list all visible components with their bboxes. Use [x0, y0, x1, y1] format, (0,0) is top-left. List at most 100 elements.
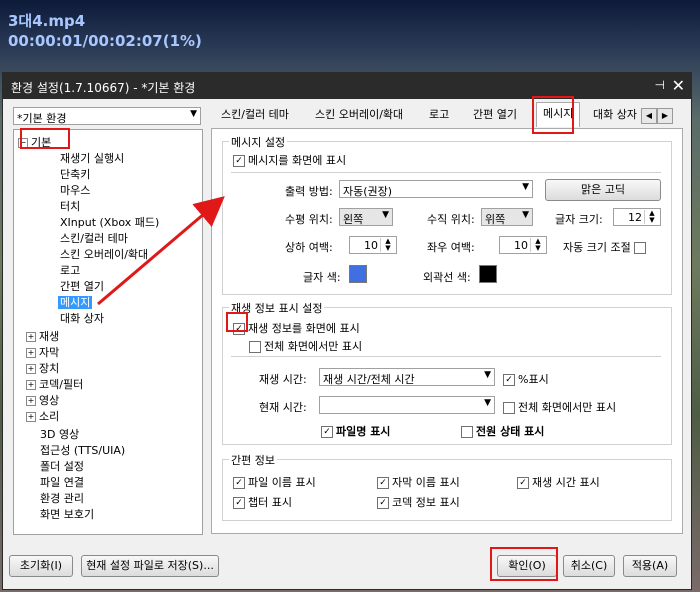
tree-item[interactable]: 터치 — [60, 198, 80, 214]
ok-button[interactable]: 확인(O) — [497, 555, 557, 577]
stepper-value: 10 — [364, 239, 378, 252]
tree-item-label: 장치 — [39, 362, 60, 375]
tree-item[interactable]: 환경 관리 — [40, 490, 84, 506]
codec-info-checkbox[interactable]: ✓ 코덱 정보 표시 — [377, 494, 460, 510]
collapse-icon[interactable]: − — [18, 138, 28, 148]
v-pos-select[interactable]: 위쪽 ▼ — [481, 208, 533, 226]
checkbox-label: 자동 크기 조절 — [563, 241, 631, 254]
divider — [231, 172, 661, 173]
output-method-label: 출력 방법: — [285, 185, 333, 198]
tree-item-label: 스킨 오버레이/확대 — [60, 248, 149, 261]
simple-info-group: 간편 정보 ✓ 파일 이름 표시 ✓ 자막 이름 표시 ✓ 재생 시간 표시 ✓ 챕터 … — [222, 452, 672, 521]
tree-item[interactable]: 단축키 — [60, 166, 90, 182]
message-panel: 메시지 설정 ✓ 메시지를 화면에 표시 출력 방법: 자동(권장) ▼ 맑은 고딕… — [211, 128, 683, 534]
tab-quick-open[interactable]: 간편 열기 — [467, 104, 523, 126]
close-icon[interactable]: ✕ — [672, 76, 685, 95]
chevron-down-icon: ▼ — [382, 210, 389, 220]
cancel-button[interactable]: 취소(C) — [563, 555, 615, 577]
pin-icon[interactable]: ⊣ — [655, 78, 665, 92]
auto-size-checkbox[interactable]: 자동 크기 조절 — [563, 239, 649, 255]
tree-item[interactable]: XInput (Xbox 패드) — [60, 214, 159, 230]
expand-icon[interactable]: + — [26, 348, 36, 358]
tree-group[interactable]: + 소리 — [26, 408, 59, 424]
stepper-arrows-icon[interactable]: ▲ ▼ — [644, 210, 659, 224]
expand-icon[interactable]: + — [26, 332, 36, 342]
tab-scroll-left-icon[interactable]: ◀ — [641, 108, 657, 124]
tab-skin-theme[interactable]: 스킨/컬러 테마 — [215, 104, 295, 126]
tree-item-label: 자막 — [39, 346, 60, 359]
settings-tree[interactable]: − 기본 재생기 실행시 단축키 마우스 터치 XInput (Xbox 패드) … — [13, 129, 203, 535]
tree-group[interactable]: + 장치 — [26, 360, 59, 376]
checkbox-label: 메시지를 화면에 표시 — [248, 154, 347, 167]
tab-message[interactable]: 메시지 — [536, 102, 581, 127]
tree-item[interactable]: 파일 연결 — [40, 474, 84, 490]
text-color-swatch[interactable] — [349, 265, 367, 283]
save-as-button[interactable]: 현재 설정 파일로 저장(S)... — [81, 555, 219, 577]
tree-item-label: 재생 — [39, 330, 60, 343]
checkbox-icon — [634, 242, 647, 254]
expand-icon[interactable]: + — [26, 380, 36, 390]
hmargin-stepper[interactable]: 10 ▲ ▼ — [499, 236, 547, 254]
current-time-label: 현재 시간: — [259, 401, 307, 414]
stepper-arrows-icon[interactable]: ▲ ▼ — [530, 238, 545, 252]
tree-group[interactable]: + 코덱/필터 — [26, 376, 83, 392]
tree-item[interactable]: 폴더 설정 — [40, 458, 84, 474]
power-checkbox[interactable]: 전원 상태 표시 — [461, 423, 544, 439]
tree-item-label: 영상 — [39, 394, 60, 407]
show-playinfo-checkbox[interactable]: ✓ 재생 정보를 화면에 표시 — [233, 320, 360, 336]
tree-item-basic[interactable]: − 기본 — [18, 134, 51, 150]
tree-group[interactable]: + 자막 — [26, 344, 59, 360]
fullscreen-only-2-checkbox[interactable]: 전체 화면에서만 표시 — [503, 399, 616, 415]
tree-item[interactable]: 스킨 오버레이/확대 — [60, 246, 148, 262]
tab-skin-overlay[interactable]: 스킨 오버레이/확대 — [309, 104, 409, 126]
filename-info-checkbox[interactable]: ✓ 파일 이름 표시 — [233, 474, 316, 490]
vmargin-stepper[interactable]: 10 ▲ ▼ — [349, 236, 397, 254]
checkbox-label: 전체 화면에서만 표시 — [264, 340, 363, 353]
profile-select[interactable]: *기본 환경 ▼ — [13, 107, 201, 125]
tree-group[interactable]: + 영상 — [26, 392, 59, 408]
tree-item[interactable]: 스킨/컬러 테마 — [60, 230, 128, 246]
checkbox-label: %표시 — [518, 373, 549, 386]
outline-color-swatch[interactable] — [479, 265, 497, 283]
chapter-info-checkbox[interactable]: ✓ 챕터 표시 — [233, 494, 292, 510]
output-method-select[interactable]: 자동(권장) ▼ — [339, 180, 533, 198]
expand-icon[interactable]: + — [26, 412, 36, 422]
filename-checkbox[interactable]: ✓ 파일명 표시 — [321, 423, 390, 439]
tree-item[interactable]: 마우스 — [60, 182, 90, 198]
tree-item-label: 메시지 — [58, 296, 93, 309]
tree-item[interactable]: 접근성 (TTS/UIA) — [40, 442, 125, 458]
tree-item-label: 폴더 설정 — [40, 460, 84, 473]
show-message-checkbox[interactable]: ✓ 메시지를 화면에 표시 — [233, 152, 346, 168]
tree-item[interactable]: 간편 열기 — [60, 278, 104, 294]
tab-dialog[interactable]: 대화 상자 — [587, 104, 643, 126]
font-size-stepper[interactable]: 12 ▲ ▼ — [613, 208, 661, 226]
dialog-titlebar: 환경 설정(1.7.10667) - *기본 환경 ⊣ ✕ — [3, 73, 691, 99]
reset-button[interactable]: 초기화(I) — [9, 555, 73, 577]
expand-icon[interactable]: + — [26, 364, 36, 374]
tree-item[interactable]: 화면 보호기 — [40, 506, 94, 522]
fullscreen-only-checkbox[interactable]: 전체 화면에서만 표시 — [249, 338, 362, 354]
percent-checkbox[interactable]: ✓ %표시 — [503, 371, 549, 387]
expand-icon[interactable]: + — [26, 396, 36, 406]
tree-item[interactable]: 3D 영상 — [40, 426, 79, 442]
playtime-info-checkbox[interactable]: ✓ 재생 시간 표시 — [517, 474, 600, 490]
tree-group[interactable]: + 재생 — [26, 328, 59, 344]
tree-item-label: 접근성 (TTS/UIA) — [40, 444, 126, 457]
tab-scroll-right-icon[interactable]: ▶ — [657, 108, 673, 124]
stepper-arrows-icon[interactable]: ▲ ▼ — [380, 238, 395, 252]
tree-item-message-selected[interactable]: 메시지 — [58, 294, 93, 310]
apply-button[interactable]: 적용(A) — [623, 555, 677, 577]
tree-item[interactable]: 재생기 실행시 — [60, 150, 124, 166]
current-time-select[interactable]: ▼ — [319, 396, 495, 414]
tree-item[interactable]: 대화 상자 — [60, 310, 104, 326]
checkbox-icon: ✓ — [377, 477, 389, 489]
checkbox-label: 파일명 표시 — [336, 425, 391, 438]
tab-logo[interactable]: 로고 — [423, 104, 455, 126]
h-pos-select[interactable]: 왼쪽 ▼ — [339, 208, 393, 226]
tree-item-label: XInput (Xbox 패드) — [60, 216, 160, 229]
subtitle-info-checkbox[interactable]: ✓ 자막 이름 표시 — [377, 474, 460, 490]
checkbox-label: 자막 이름 표시 — [392, 476, 460, 489]
tree-item[interactable]: 로고 — [60, 262, 80, 278]
play-time-select[interactable]: 재생 시간/전체 시간 ▼ — [319, 368, 495, 386]
font-button[interactable]: 맑은 고딕 — [545, 179, 661, 201]
